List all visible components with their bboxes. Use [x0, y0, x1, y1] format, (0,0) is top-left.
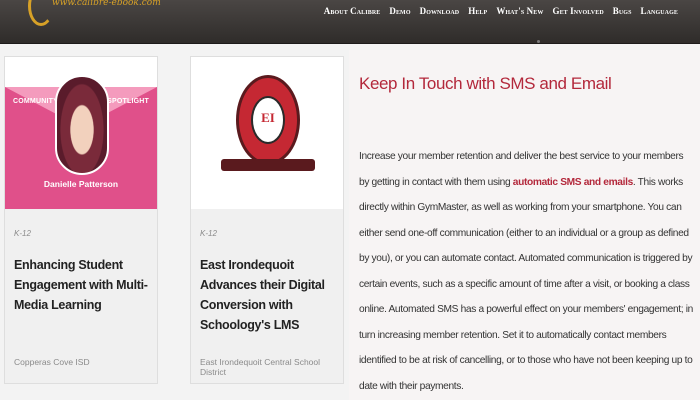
article-panel: Keep In Touch with SMS and Email Increas…	[349, 50, 700, 400]
nav-whats-new[interactable]: What's New	[496, 6, 543, 16]
logo-text[interactable]: www.calibre-ebook.com	[52, 0, 161, 8]
calibre-logo-icon[interactable]	[28, 0, 54, 26]
case-study-card[interactable]: COMMUNITY SPOTLIGHT Danielle Patterson K…	[4, 56, 158, 384]
card-source: East Irondequoit Central School District	[200, 357, 321, 377]
decorative-dot	[537, 40, 540, 43]
article-paragraph: Increase your member retention and deliv…	[359, 144, 694, 399]
article-heading: Keep In Touch with SMS and Email	[359, 74, 612, 93]
community-spotlight-image[interactable]: COMMUNITY SPOTLIGHT Danielle Patterson	[5, 57, 157, 209]
sms-email-link[interactable]: automatic SMS and emails	[513, 177, 633, 188]
person-name: Danielle Patterson	[43, 179, 119, 189]
paragraph-text-end: . This works directly within GymMaster, …	[359, 176, 693, 392]
school-seal-icon: EI	[236, 75, 300, 165]
case-study-card[interactable]: EI K-12 East Irondequoit Advances their …	[190, 56, 344, 384]
card-source: Copperas Cove ISD	[14, 357, 90, 367]
card-title[interactable]: Enhancing Student Engagement with Multi-…	[14, 255, 154, 315]
nav-bugs[interactable]: Bugs	[613, 6, 632, 16]
nav-about-calibre[interactable]: About Calibre	[324, 6, 381, 16]
nav-get-involved[interactable]: Get Involved	[552, 6, 603, 16]
seal-monogram: EI	[261, 110, 275, 125]
nav-download[interactable]: Download	[420, 6, 460, 16]
card-tag: K-12	[14, 229, 31, 238]
seal-ribbon	[221, 159, 315, 171]
main-nav: About Calibre Demo Download Help What's …	[324, 6, 678, 16]
top-navigation-bar: www.calibre-ebook.com About Calibre Demo…	[0, 0, 700, 44]
card-tag: K-12	[200, 229, 217, 238]
school-seal-image[interactable]: EI	[191, 57, 343, 209]
nav-language[interactable]: Language	[641, 6, 678, 16]
avatar	[55, 75, 109, 175]
nav-help[interactable]: Help	[468, 6, 487, 16]
community-label: COMMUNITY	[13, 98, 58, 105]
spotlight-label: SPOTLIGHT	[107, 98, 149, 105]
nav-demo[interactable]: Demo	[389, 6, 410, 16]
card-title[interactable]: East Irondequoit Advances their Digital …	[200, 255, 340, 335]
seal-shield: EI	[251, 96, 285, 144]
